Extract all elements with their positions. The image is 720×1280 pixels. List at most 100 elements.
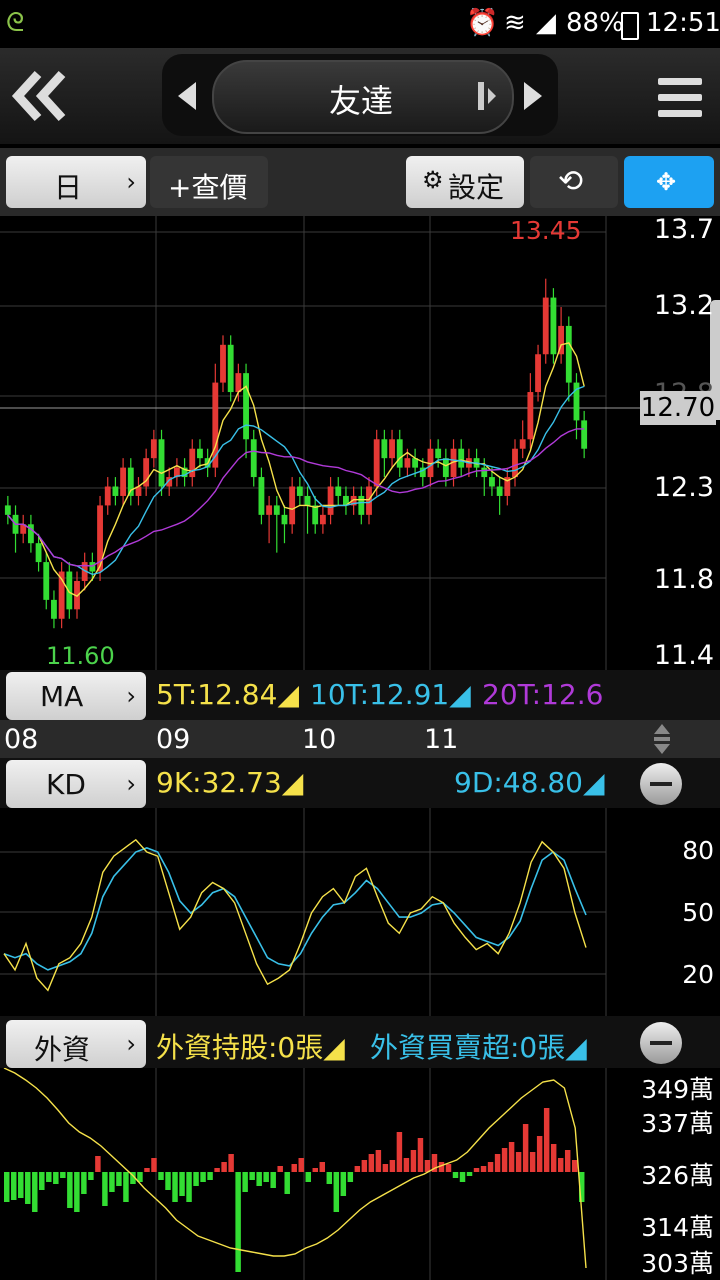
ma-label: MA: [40, 680, 84, 713]
candle-body: [542, 297, 549, 355]
foreign-net-bar: [494, 1154, 501, 1172]
candle-body: [273, 505, 280, 515]
prev-stock-icon[interactable]: [174, 80, 202, 112]
current-price-marker: 12.70: [640, 391, 716, 425]
lookup-label: +查價: [168, 171, 248, 204]
ma10-value: 10T:12.91◢: [310, 678, 471, 711]
signal-icon: ◢: [536, 8, 556, 38]
foreign-net-bar: [410, 1150, 417, 1172]
foreign-net-bar: [144, 1168, 150, 1172]
candle-body: [220, 344, 226, 383]
foreign-net-bar: [186, 1172, 192, 1202]
candle-body: [89, 562, 96, 572]
date-tick-3: 10: [302, 724, 337, 755]
candle-body: [581, 420, 588, 449]
collapse-foreign-icon[interactable]: [640, 1022, 682, 1064]
foreign-label: 外資: [34, 1033, 91, 1066]
foreign-net-bar: [32, 1172, 38, 1212]
foreign-level-5: 303萬: [641, 1249, 714, 1278]
k-line: [3, 838, 587, 992]
candle-body: [197, 448, 203, 459]
foreign-net-bar: [123, 1172, 129, 1202]
battery-percent: 88%: [566, 8, 624, 38]
foreign-net-bar: [354, 1166, 361, 1172]
candle-body: [396, 439, 403, 468]
foreign-net-bar: [368, 1154, 375, 1172]
rotate-screen-button[interactable]: ⟲: [530, 156, 618, 208]
candle-body: [373, 439, 380, 487]
collapse-kd-icon[interactable]: [640, 763, 682, 805]
foreign-chart[interactable]: [0, 1068, 610, 1280]
next-stock-icon[interactable]: [518, 80, 546, 112]
candle-body: [458, 448, 465, 468]
kd-selector[interactable]: KD ›: [6, 760, 146, 808]
price-tick-5: 11.8: [653, 564, 714, 595]
foreign-net-bar: [571, 1160, 578, 1172]
foreign-net-bar: [242, 1172, 248, 1192]
candle-body: [243, 373, 249, 440]
candle-body: [535, 354, 541, 393]
period-selector[interactable]: 日 ›: [6, 156, 146, 208]
price-tick-6: 11.4: [653, 640, 714, 671]
foreign-net-bar: [501, 1148, 508, 1172]
alarm-icon: ⏰: [466, 8, 499, 38]
chevron-right-icon: ›: [126, 1030, 136, 1058]
lookup-price-button[interactable]: +查價: [150, 156, 268, 208]
foreign-net-bar: [508, 1142, 515, 1172]
back-icon[interactable]: [8, 66, 72, 126]
foreign-net-bar: [459, 1172, 466, 1182]
candle-body: [35, 543, 42, 563]
foreign-selector[interactable]: 外資 ›: [6, 1020, 146, 1068]
fullscreen-button[interactable]: ✥: [624, 156, 714, 208]
ma-selector[interactable]: MA ›: [6, 672, 146, 720]
foreign-net-bar: [312, 1168, 318, 1172]
foreign-net-bar: [396, 1132, 403, 1172]
price-tick-4: 12.3: [653, 472, 714, 503]
gear-icon: ⚙: [422, 166, 444, 194]
foreign-net-bar: [109, 1172, 115, 1192]
foreign-net-bar: [88, 1172, 94, 1180]
d-value: 9D:48.80◢: [454, 766, 605, 799]
foreign-net-bar: [480, 1166, 487, 1172]
foreign-net-bar: [466, 1172, 473, 1176]
foreign-net-bar: [550, 1144, 557, 1172]
foreign-net: 外資買賣超:0張◢: [370, 1031, 587, 1064]
candle-body: [389, 439, 395, 459]
candle-body: [189, 448, 196, 478]
foreign-net-bar: [235, 1172, 241, 1272]
foreign-net-bar: [361, 1160, 368, 1172]
foreign-level-2: 337萬: [641, 1109, 714, 1138]
foreign-net-bar: [11, 1172, 17, 1200]
candle-body: [43, 562, 50, 600]
candle-body: [335, 486, 342, 496]
foreign-net-bar: [18, 1172, 24, 1198]
kd-chart[interactable]: [0, 808, 610, 1016]
ma10-line: [7, 385, 585, 576]
candle-body: [112, 486, 119, 496]
menu-icon[interactable]: [658, 74, 702, 122]
candle-body: [381, 439, 388, 459]
chevron-right-icon: ›: [126, 682, 136, 710]
candle-body: [512, 448, 518, 478]
high-price-label: 13.45: [510, 216, 582, 245]
foreign-net-bar: [46, 1172, 52, 1182]
foreign-net-bar: [53, 1172, 59, 1184]
settings-button[interactable]: ⚙ 設定: [406, 156, 524, 208]
foreign-net-bar: [319, 1162, 326, 1172]
foreign-net-bar: [81, 1172, 87, 1194]
candle-body: [519, 439, 526, 449]
foreign-net-bar: [95, 1156, 101, 1172]
ma20-line: [7, 428, 585, 567]
resize-handle-icon[interactable]: [652, 722, 672, 756]
foreign-net-bar: [102, 1172, 108, 1206]
foreign-level-3: 326萬: [641, 1161, 714, 1190]
foreign-net-bar: [116, 1172, 122, 1186]
candle-body: [250, 439, 257, 478]
price-chart[interactable]: [0, 216, 720, 670]
candle-body: [304, 495, 311, 506]
foreign-net-bar: [403, 1158, 410, 1172]
foreign-net-bar: [564, 1150, 571, 1172]
candle-body: [150, 439, 157, 459]
candle-body: [319, 514, 326, 525]
stock-menu-icon[interactable]: [476, 80, 498, 112]
